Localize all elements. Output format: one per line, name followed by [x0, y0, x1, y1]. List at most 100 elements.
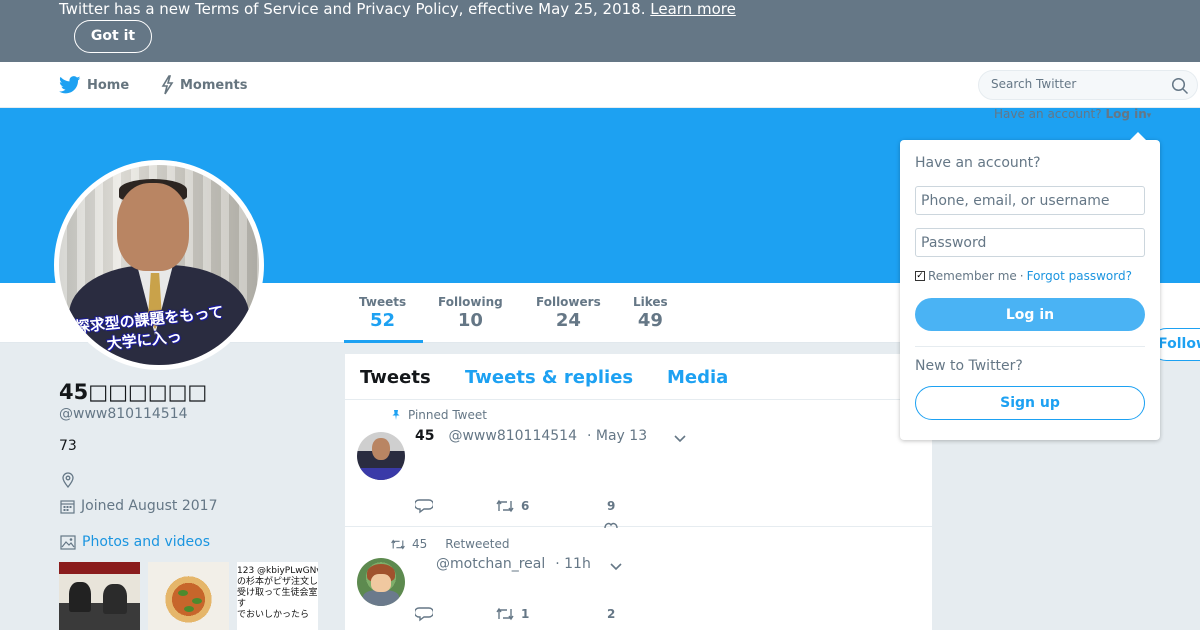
profile-bio: 73: [59, 438, 77, 454]
divider: [915, 346, 1145, 347]
profile-avatar[interactable]: る探求型の課題をもって なく。大学に入っ: [54, 160, 264, 370]
twitter-bird-icon: [59, 76, 81, 94]
tweet-timestamp[interactable]: · 11h: [555, 556, 591, 572]
nav-home[interactable]: Home: [59, 62, 129, 108]
stat-label: Tweets: [359, 295, 407, 309]
retweet-context: 45 Retweeted: [390, 537, 509, 551]
tweet[interactable]: Pinned Tweet 45 @www810114514 · May 13 6…: [345, 400, 932, 528]
tweet-header: @motchan_real · 11h: [436, 556, 591, 572]
media-thumbnail[interactable]: 123 @kbiyPLwGNvy の杉本がピザ注文し 受け取って生徒会室 す で…: [237, 562, 318, 630]
retweet-action[interactable]: 1: [495, 606, 607, 622]
photos-videos-link[interactable]: Photos and videos: [60, 534, 210, 550]
tweet-actions: 1 2: [415, 606, 615, 622]
search-icon[interactable]: [1171, 77, 1189, 95]
retweeted-label: Retweeted: [445, 537, 510, 551]
retweet-icon: [496, 607, 514, 621]
remember-row: ✓ Remember me · Forgot password?: [915, 269, 1132, 283]
tab-media[interactable]: Media: [667, 367, 728, 388]
like-count: 9: [607, 499, 616, 513]
chevron-down-icon[interactable]: [673, 434, 687, 444]
timeline-tabs: Tweets Tweets & replies Media: [345, 354, 932, 400]
stat-tweets[interactable]: Tweets 52: [359, 295, 406, 331]
like-action[interactable]: 9: [607, 499, 615, 513]
retweet-count: 1: [521, 607, 530, 621]
stat-label: Likes: [633, 295, 668, 309]
retweet-count: 6: [521, 499, 530, 513]
reply-action[interactable]: [415, 606, 495, 622]
tweet-author-handle[interactable]: @www810114514: [448, 428, 577, 444]
tos-text: Twitter has a new Terms of Service and P…: [59, 0, 736, 18]
tab-tweets[interactable]: Tweets: [360, 367, 431, 388]
location-icon: [62, 472, 74, 488]
lightning-icon: [161, 75, 174, 95]
joined-date: Joined August 2017: [60, 498, 217, 514]
forgot-password-link[interactable]: Forgot password?: [1027, 269, 1132, 283]
tab-tweets-replies[interactable]: Tweets & replies: [465, 367, 633, 388]
pin-icon: [392, 410, 400, 420]
login-button[interactable]: Log in: [915, 298, 1145, 331]
login-title: Have an account?: [915, 155, 1041, 171]
profile-name[interactable]: 45□□□□□□: [59, 380, 207, 404]
new-to-twitter: New to Twitter?: [915, 358, 1023, 374]
tweet-author-name[interactable]: 45: [415, 428, 434, 444]
avatar-photo: る探求型の課題をもって なく。大学に入っ: [59, 165, 259, 365]
thumb-text-line: の杉本がピザ注文し: [237, 577, 318, 587]
pinned-label: Pinned Tweet: [408, 408, 487, 422]
thumb-text-line: 123 @kbiyPLwGNvy: [237, 566, 318, 576]
image-icon: [60, 534, 76, 550]
tweet-author-handle[interactable]: @motchan_real: [436, 556, 545, 572]
pinned-context: Pinned Tweet: [390, 408, 487, 422]
stat-value: 52: [370, 310, 396, 331]
login-toggle-label[interactable]: Log in: [1105, 107, 1146, 121]
stat-value: 49: [637, 310, 663, 331]
stat-value: 24: [555, 310, 581, 331]
active-stat-underline: [344, 340, 423, 343]
login-dropdown: Have an account? ✓ Remember me · Forgot …: [900, 132, 1160, 440]
reply-icon: [415, 499, 433, 514]
password-field[interactable]: [915, 228, 1145, 257]
profile-handle[interactable]: @www810114514: [59, 406, 188, 422]
have-account-text: Have an account?: [994, 107, 1102, 121]
login-toggle[interactable]: Have an account? Log in▾: [994, 107, 1151, 121]
search-box[interactable]: [978, 70, 1198, 100]
username-field[interactable]: [915, 186, 1145, 215]
thumb-text-line: 受け取って生徒会室: [237, 588, 318, 598]
timeline: Tweets Tweets & replies Media Pinned Twe…: [345, 354, 932, 630]
media-thumbnail[interactable]: [148, 562, 229, 630]
got-it-button[interactable]: Got it: [74, 20, 152, 53]
nav-moments-label: Moments: [180, 77, 248, 93]
retweet-icon: [496, 499, 514, 513]
signup-button[interactable]: Sign up: [915, 386, 1145, 420]
nav-home-label: Home: [87, 77, 130, 93]
stat-followers[interactable]: Followers 24: [536, 295, 601, 331]
like-action[interactable]: 2: [607, 607, 615, 621]
stat-following[interactable]: Following 10: [438, 295, 503, 331]
tos-message: Twitter has a new Terms of Service and P…: [59, 0, 646, 18]
tos-banner: Twitter has a new Terms of Service and P…: [0, 0, 1200, 62]
like-count: 2: [607, 607, 616, 621]
tweet[interactable]: 45 Retweeted @motchan_real · 11h 1 2: [345, 527, 932, 630]
remember-label[interactable]: Remember me: [928, 269, 1017, 283]
search-input[interactable]: [991, 77, 1161, 91]
retweet-action[interactable]: 6: [495, 498, 607, 514]
tweet-actions: 6 9: [415, 498, 615, 514]
stat-value: 10: [457, 310, 483, 331]
chevron-down-icon[interactable]: [609, 562, 623, 572]
thumb-text-line: でおいしかったら: [237, 610, 310, 620]
media-thumbnail[interactable]: [59, 562, 140, 630]
stat-likes[interactable]: Likes 49: [633, 295, 668, 331]
tweet-avatar[interactable]: [357, 432, 405, 480]
calendar-icon: [60, 499, 75, 514]
learn-more-link[interactable]: Learn more: [650, 0, 736, 18]
tweet-timestamp[interactable]: · May 13: [587, 428, 647, 444]
reply-icon: [415, 607, 433, 622]
stat-label: Following: [438, 295, 503, 309]
photos-videos-label[interactable]: Photos and videos: [82, 534, 210, 550]
remember-checkbox[interactable]: ✓: [915, 271, 925, 281]
retweeter-name[interactable]: 45: [412, 537, 427, 551]
nav-moments[interactable]: Moments: [160, 62, 247, 108]
reply-action[interactable]: [415, 498, 495, 514]
stat-label: Followers: [536, 295, 601, 309]
caret-down-icon: ▾: [1146, 111, 1152, 121]
tweet-avatar[interactable]: [357, 558, 405, 606]
